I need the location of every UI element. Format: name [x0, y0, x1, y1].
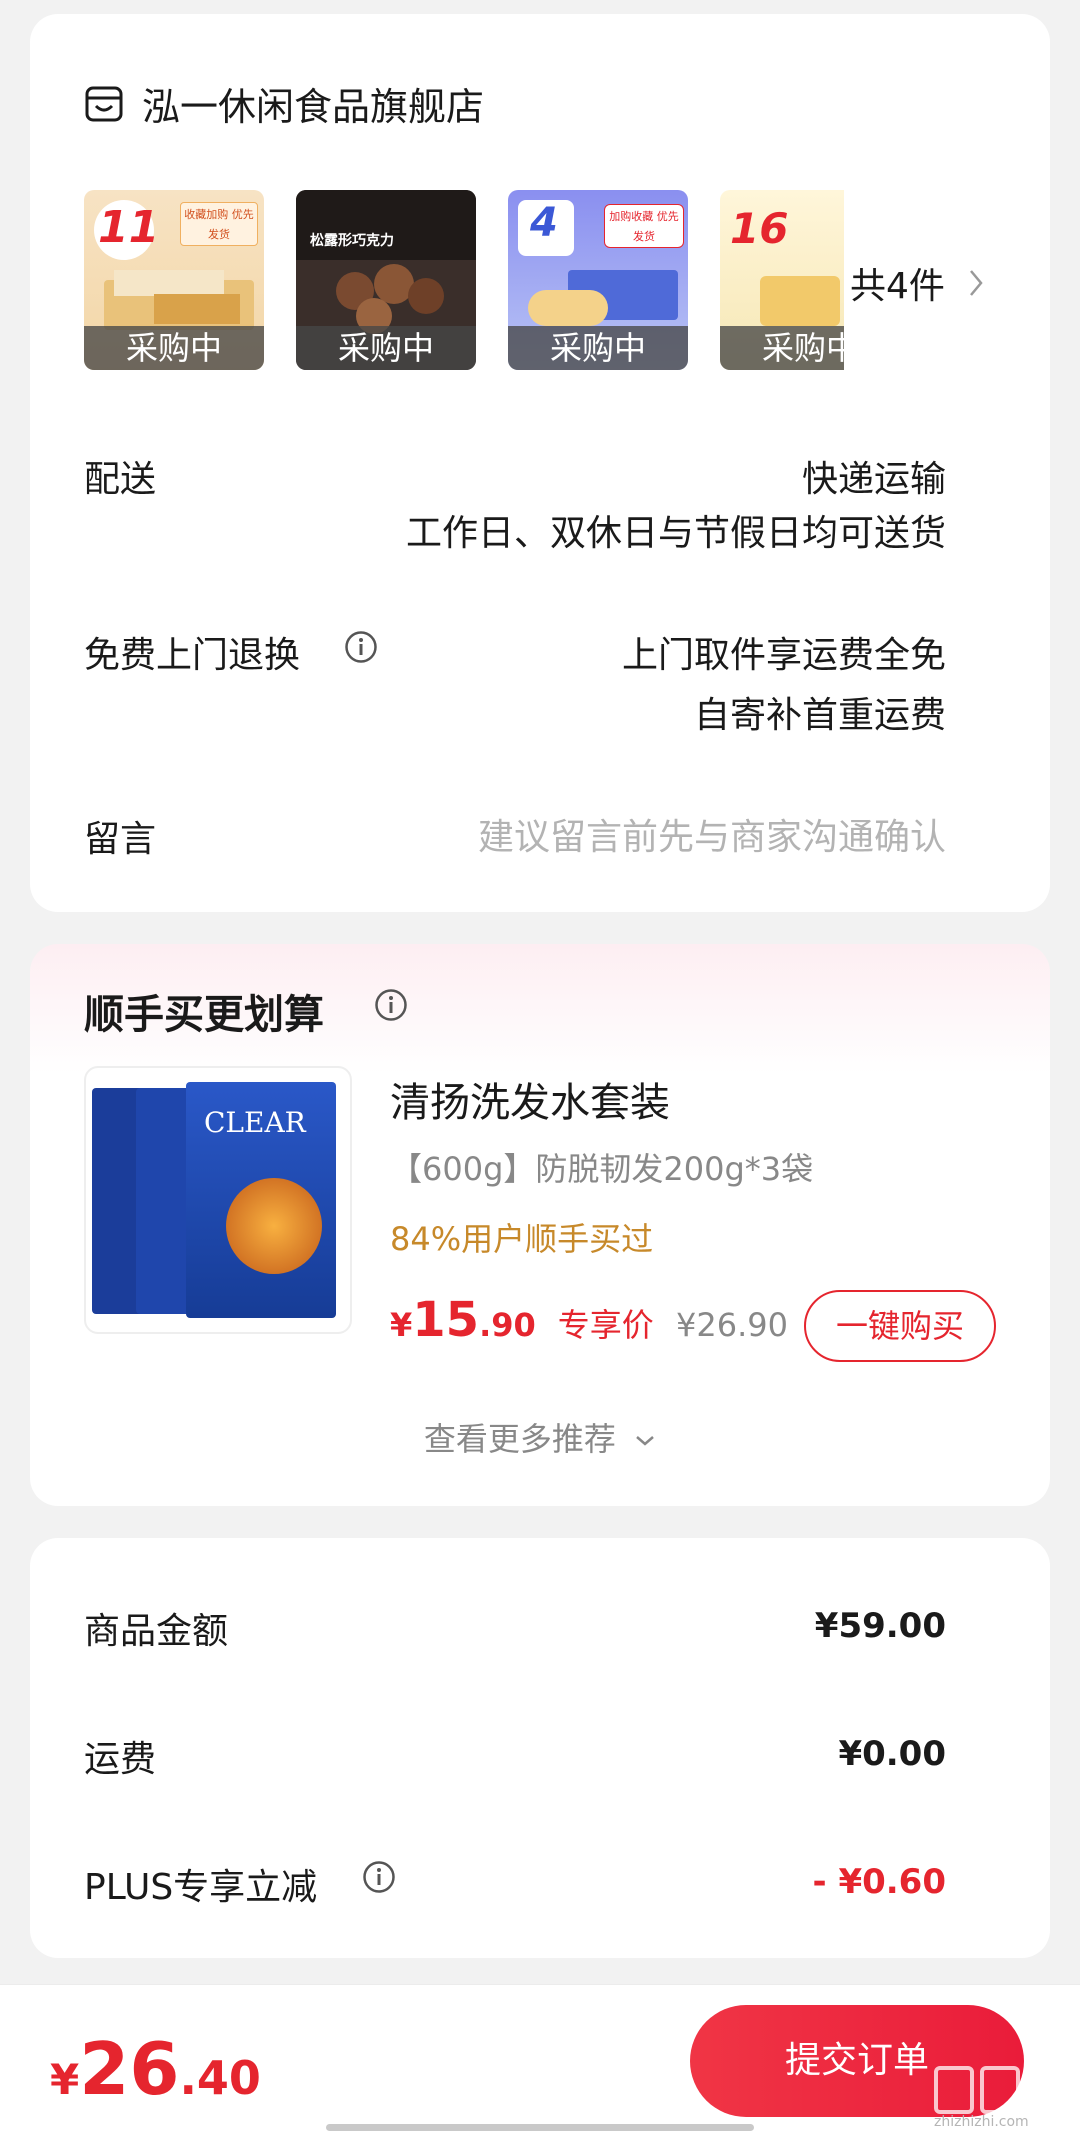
- price-decimal: .90: [479, 1306, 536, 1344]
- delivery-note: 工作日、双休日与节假日均可送货: [405, 513, 946, 554]
- see-more-recommendations[interactable]: 查看更多推荐: [30, 1414, 1050, 1460]
- thumb-status: 采购中: [84, 326, 264, 370]
- thumb-count-badge: 4: [530, 200, 558, 246]
- item-count-label: 共4件: [850, 266, 945, 307]
- goods-amount-value: ¥59.00: [814, 1606, 946, 1646]
- price-tag-label: 专享价: [557, 1306, 654, 1344]
- return-service-line2: 自寄补首重运费: [693, 695, 946, 736]
- item-count-link[interactable]: 共4件: [850, 257, 985, 309]
- delivery-method[interactable]: 快递运输: [802, 450, 946, 502]
- chevron-down-icon: [636, 1436, 654, 1446]
- thumb-caption: 松露形巧克力: [310, 233, 394, 249]
- product-thumbnail[interactable]: 松露形巧克力 采购中: [296, 190, 476, 370]
- summary-card: 商品金额 ¥59.00 运费 ¥0.00 PLUS专享立减 - ¥0.60: [30, 1538, 1050, 1958]
- product-price: ¥ 15 .90 专享价: [390, 1292, 654, 1348]
- product-brand-text: CLEAR: [204, 1106, 306, 1139]
- recommend-card: 顺手买更划算 CLEAR 清扬洗发水套装 【600g】防脱韧发200g*3袋 8…: [30, 944, 1050, 1506]
- product-thumbnail[interactable]: 4 加购收藏 优先发货 采购中: [508, 190, 688, 370]
- thumb-count-badge: 16: [730, 204, 789, 253]
- recommend-title: 顺手买更划算: [84, 992, 324, 1038]
- message-label: 留言: [84, 819, 157, 860]
- product-thumbnail[interactable]: 11 收藏加购 优先发货 采购中: [84, 190, 264, 370]
- total-price: ¥ 26 .40: [50, 2027, 261, 2111]
- thumb-status: 采购中: [508, 326, 688, 370]
- thumb-status: 采购中: [296, 326, 476, 370]
- product-name[interactable]: 清扬洗发水套装: [390, 1070, 670, 1128]
- thumb-caption: 收藏加购 优先发货: [180, 202, 258, 246]
- goods-amount-label: 商品金额: [84, 1611, 229, 1652]
- info-icon[interactable]: [374, 988, 408, 1022]
- thumb-count-badge: 11: [98, 202, 160, 253]
- shipping-label: 运费: [84, 1739, 157, 1780]
- product-thumbnail[interactable]: 16 采购中: [720, 190, 844, 370]
- return-service-line1: 上门取件享运费全免: [621, 635, 946, 676]
- store-icon: [85, 86, 123, 121]
- product-image[interactable]: CLEAR: [84, 1066, 352, 1334]
- info-icon[interactable]: [344, 630, 378, 664]
- price-currency: ¥: [390, 1306, 413, 1344]
- product-spec: 【600g】防脱韧发200g*3袋: [390, 1150, 814, 1188]
- shop-name: 泓一休闲食品旗舰店: [142, 85, 485, 129]
- one-click-buy-button[interactable]: 一键购买: [804, 1290, 996, 1362]
- total-currency: ¥: [50, 2055, 80, 2104]
- return-service-label: 免费上门退换: [84, 635, 301, 676]
- total-integer: 26: [79, 2027, 180, 2111]
- message-input[interactable]: 建议留言前先与商家沟通确认: [478, 808, 946, 860]
- shop-header[interactable]: 泓一休闲食品旗舰店: [84, 76, 484, 131]
- thumb-caption: 加购收藏 优先发货: [604, 204, 684, 248]
- plus-discount-value: - ¥0.60: [812, 1862, 947, 1902]
- social-proof: 84%用户顺手买过: [390, 1220, 654, 1258]
- plus-discount-label: PLUS专享立减: [84, 1867, 318, 1908]
- see-more-label: 查看更多推荐: [423, 1420, 616, 1458]
- price-integer: 15: [412, 1292, 480, 1348]
- watermark-text: zhizhizhi.com: [934, 2114, 1029, 2130]
- info-icon[interactable]: [362, 1860, 396, 1894]
- checkout-bar: ¥ 26 .40 提交订单: [0, 1984, 1080, 2133]
- product-thumbnails[interactable]: 11 收藏加购 优先发货 采购中 松露形巧克力 采购中 4 加购收藏 优先发货 …: [84, 190, 844, 370]
- home-indicator[interactable]: [326, 2124, 754, 2131]
- thumb-status: 采购中: [720, 326, 844, 370]
- shop-card: 泓一休闲食品旗舰店 11 收藏加购 优先发货 采购中 松露形巧克力 采购中 4 …: [30, 14, 1050, 912]
- total-decimal: .40: [179, 2051, 261, 2105]
- original-price: ¥26.90: [676, 1306, 788, 1344]
- shipping-value: ¥0.00: [838, 1734, 946, 1774]
- chevron-right-icon: [969, 270, 983, 296]
- delivery-label: 配送: [84, 459, 157, 500]
